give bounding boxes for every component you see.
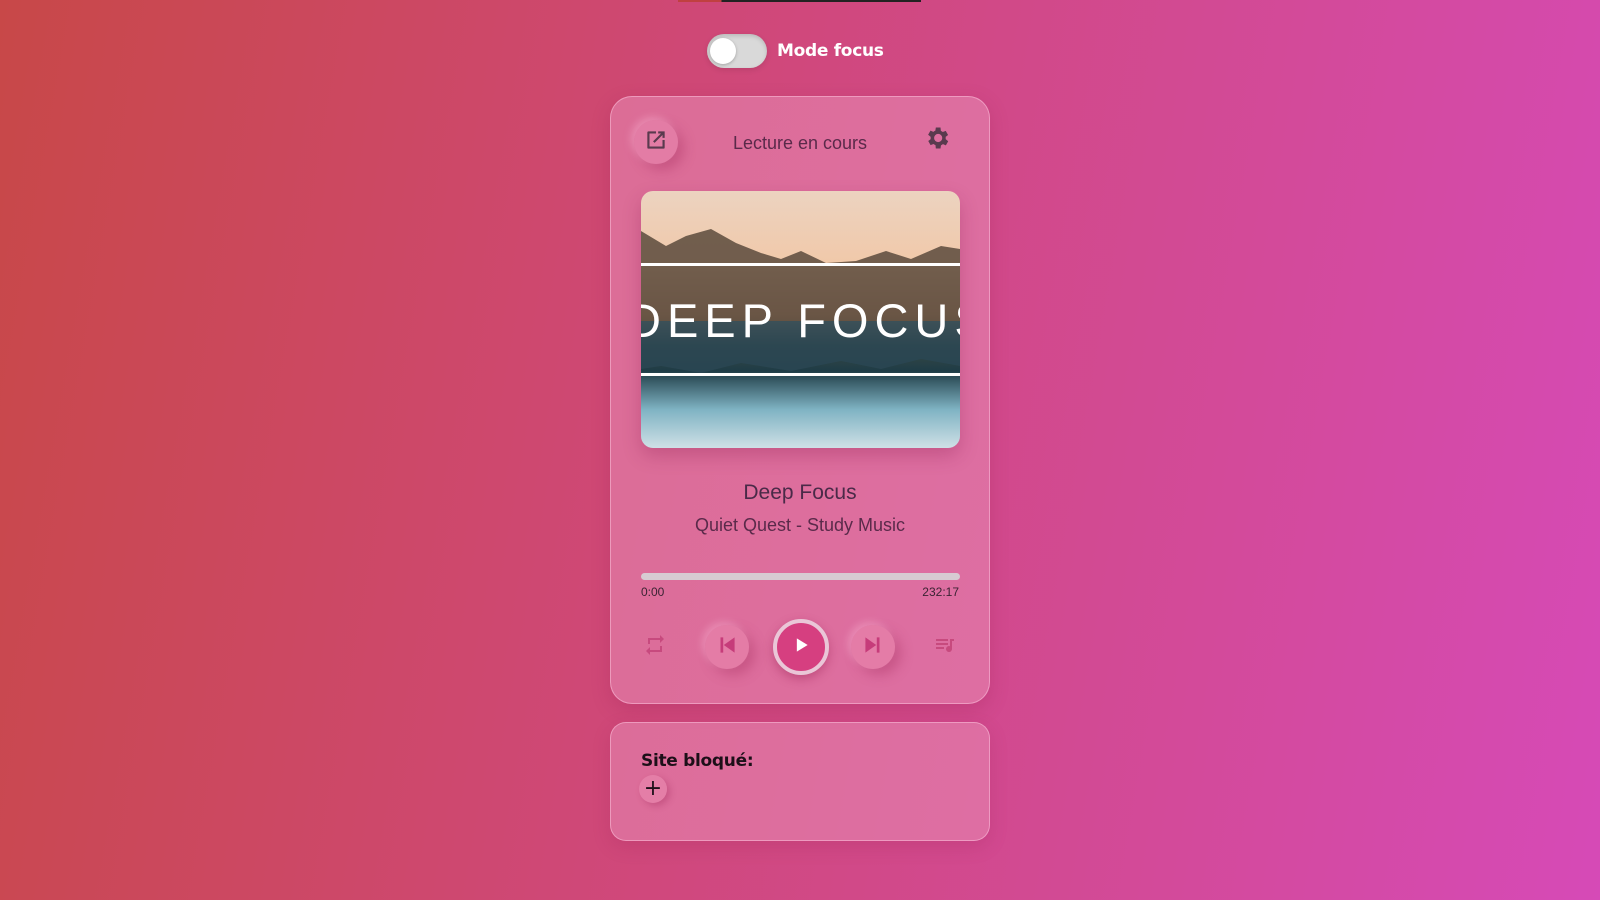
cover-band-top (641, 263, 960, 266)
blocked-sites-title: Site bloqué: (641, 751, 754, 771)
cover-text: DEEP FOCUS (641, 294, 960, 347)
add-site-button[interactable]: + (639, 775, 667, 803)
focus-mode-label: Mode focus (777, 41, 884, 61)
toggle-knob (710, 38, 736, 64)
next-button[interactable] (851, 625, 895, 669)
focus-mode-row: Mode focus (707, 34, 884, 68)
repeat-icon (643, 633, 667, 661)
total-time: 232:17 (922, 585, 959, 599)
previous-button[interactable] (705, 625, 749, 669)
track-artist: Quiet Quest - Study Music (694, 515, 906, 535)
skip-previous-icon (714, 632, 740, 662)
cover-band-bottom (641, 373, 960, 376)
player-card: Lecture en cours DEEP FOCUS Deep Focus Q… (610, 96, 990, 704)
play-icon (791, 635, 811, 659)
settings-button[interactable] (922, 125, 952, 155)
queue-button[interactable] (931, 633, 959, 661)
playback-controls (611, 617, 989, 677)
gear-icon (923, 124, 951, 156)
top-divider (678, 0, 921, 2)
blocked-sites-card: Site bloqué: + (610, 722, 990, 841)
track-title: Deep Focus (743, 481, 857, 504)
repeat-button[interactable] (641, 633, 669, 661)
album-cover: DEEP FOCUS (641, 191, 960, 448)
play-button[interactable] (773, 619, 829, 675)
current-time: 0:00 (641, 585, 665, 599)
skip-next-icon (860, 632, 886, 662)
queue-music-icon (933, 633, 957, 661)
focus-mode-toggle[interactable] (707, 34, 767, 68)
progress-bar[interactable] (641, 573, 960, 580)
